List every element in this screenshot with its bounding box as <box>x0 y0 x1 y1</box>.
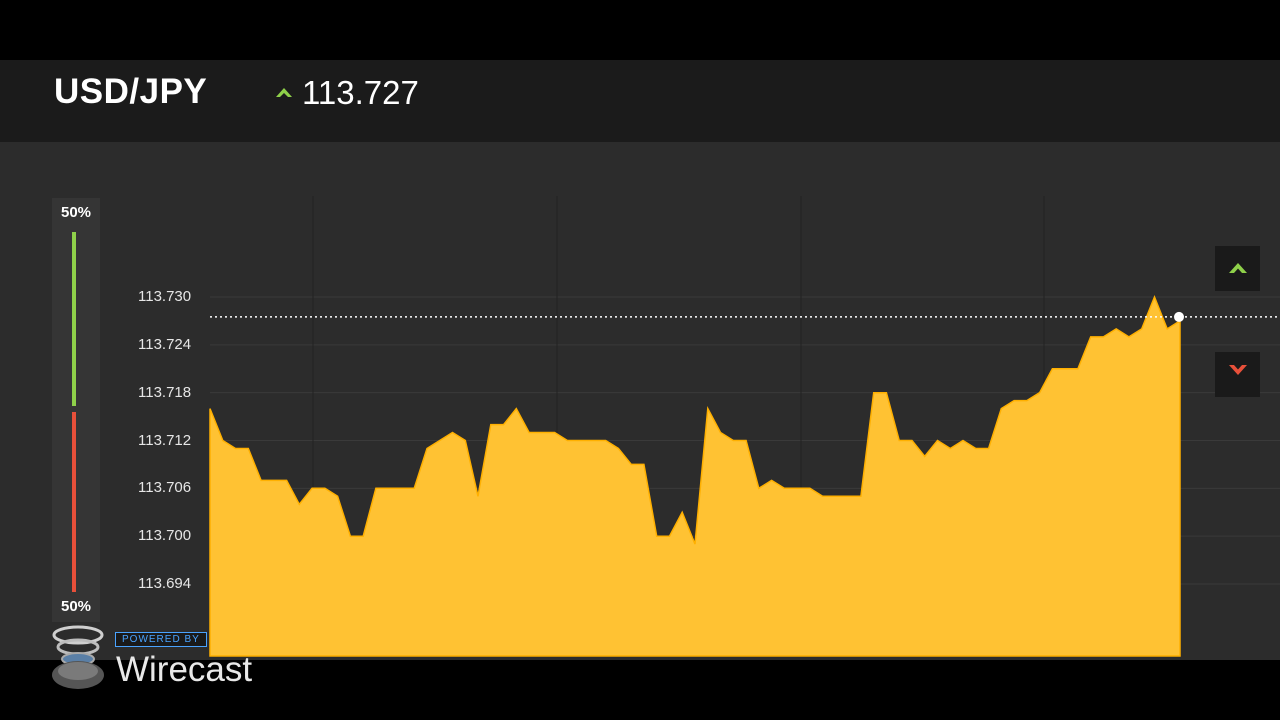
current-price-marker <box>1174 311 1184 322</box>
price-area-series <box>209 294 1181 657</box>
powered-by-label: POWERED BY <box>115 632 207 647</box>
sell-down-button[interactable] <box>1215 352 1260 397</box>
price-chart <box>209 196 1280 657</box>
buy-up-button[interactable] <box>1215 246 1260 291</box>
up-chevron-icon <box>1227 257 1249 280</box>
down-chevron-icon <box>1227 363 1249 386</box>
wirecast-brand-text: Wirecast <box>116 650 253 689</box>
wirecast-logo-icon <box>50 625 108 700</box>
